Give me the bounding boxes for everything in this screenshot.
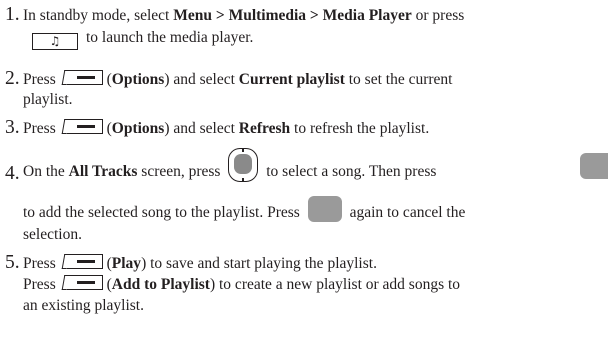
step-text: to add the selected song to the playlist… bbox=[23, 196, 465, 228]
step-number: 1. bbox=[5, 4, 20, 25]
left-softkey-icon bbox=[61, 119, 105, 136]
right-softkey-icon bbox=[580, 153, 608, 179]
music-note-icon: ♫ bbox=[32, 33, 78, 50]
step-text: Press (Options) and select Current playl… bbox=[23, 70, 453, 88]
step-number: 5. bbox=[5, 252, 20, 273]
step-text: ♫ to launch the media player. bbox=[32, 27, 253, 50]
left-softkey-icon bbox=[61, 254, 105, 271]
step-number: 4. bbox=[5, 163, 20, 184]
step-text: Press (Options) and select Refresh to re… bbox=[23, 119, 430, 137]
step-text: On the All Tracks screen, press to selec… bbox=[23, 148, 436, 190]
left-softkey-icon bbox=[61, 70, 105, 87]
step-text: Press (Add to Playlist) to create a new … bbox=[23, 275, 461, 293]
step-text: playlist. bbox=[23, 91, 73, 108]
right-softkey-icon bbox=[307, 196, 342, 222]
menu-path: Menu > Multimedia > Media Player bbox=[173, 7, 412, 24]
step-number: 2. bbox=[5, 68, 20, 89]
step-text: In standby mode, select Menu > Multimedi… bbox=[23, 7, 465, 24]
step-number: 3. bbox=[5, 117, 20, 138]
step-text: Press (Play) to save and start playing t… bbox=[23, 254, 377, 272]
step-text: selection. bbox=[23, 226, 82, 243]
left-softkey-icon bbox=[61, 275, 105, 292]
navigation-key-icon bbox=[228, 148, 259, 182]
step-text: an existing playlist. bbox=[23, 297, 144, 314]
